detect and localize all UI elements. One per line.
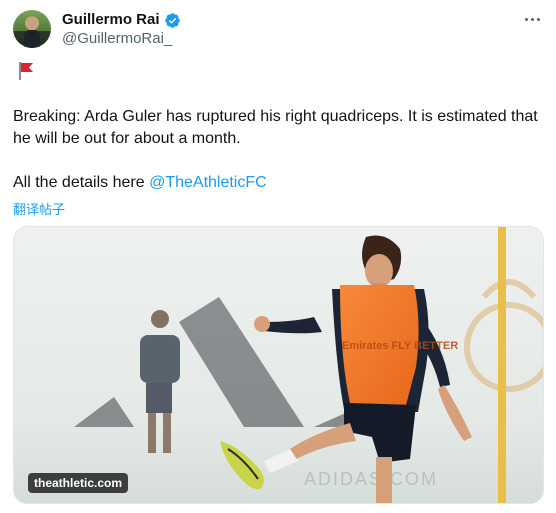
bib-sponsor-text: Emirates FLY BETTER [342,340,458,352]
mention-link[interactable]: @TheAthleticFC [149,174,267,191]
author-handle[interactable]: @GuillermoRai_ [62,30,172,48]
tweet-text: Breaking: Arda Guler has ruptured his ri… [13,106,543,194]
source-badge: theathletic.com [28,473,129,493]
more-options-icon[interactable] [522,12,542,26]
details-prefix: All the details here [13,174,150,191]
tweet-paragraph-2: All the details here @TheAthleticFC [13,172,543,194]
red-flag-icon [19,62,33,80]
author-display-name[interactable]: Guillermo Rai [62,11,160,29]
translate-post-link[interactable]: 翻译帖子 [13,199,65,218]
background-banner-text: ADIDAS.COM [304,469,438,489]
post-media-image[interactable]: ADIDAS.COM Emirates FLY BETTER theathlet… [13,226,544,504]
training-photo: ADIDAS.COM Emirates FLY BETTER [14,227,543,503]
author-name-row: Guillermo Rai [62,11,181,29]
tweet-paragraph-1: Breaking: Arda Guler has ruptured his ri… [13,108,538,147]
author-avatar[interactable] [13,10,51,48]
verified-badge-icon [164,12,180,28]
